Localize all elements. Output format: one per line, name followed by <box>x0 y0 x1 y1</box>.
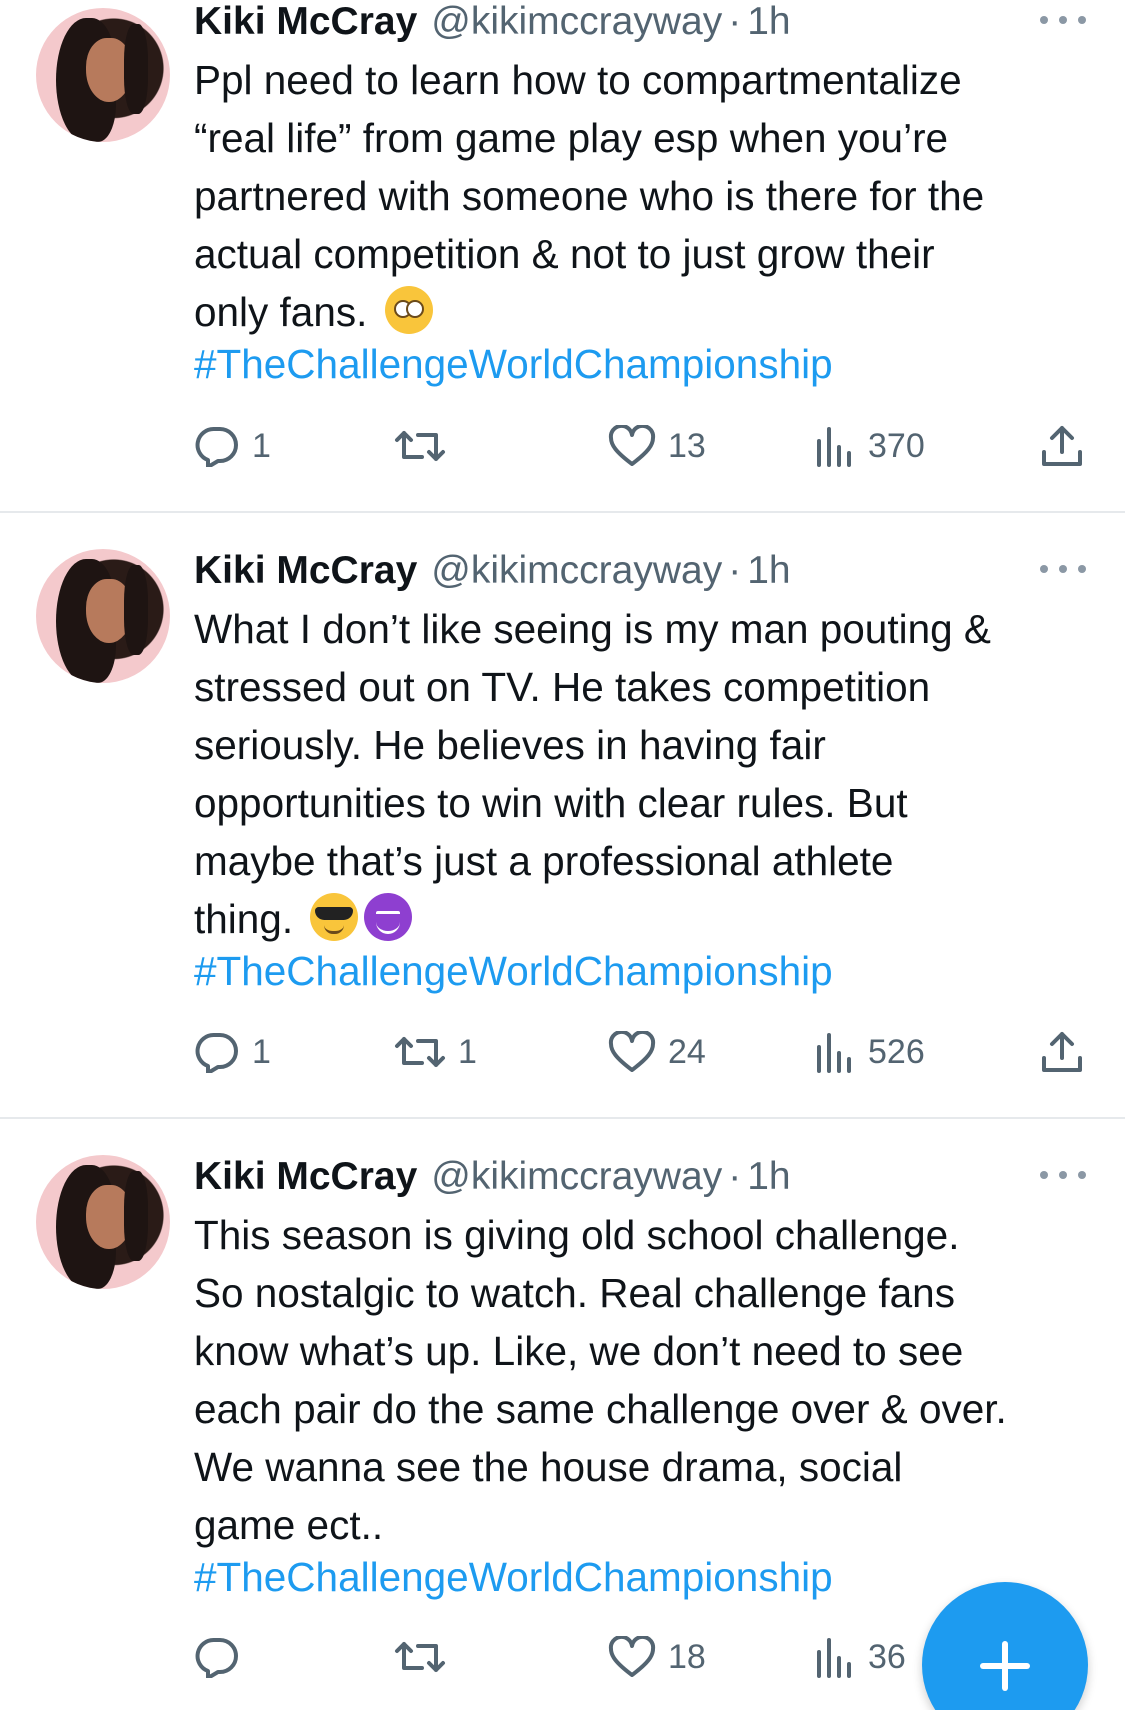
tweet-text-line-last: only fans. <box>194 283 1094 341</box>
tweet-text: What I don’t like seeing is my man pouti… <box>194 600 1094 948</box>
reply-button[interactable] <box>194 1632 252 1682</box>
author-handle[interactable]: @kikimccrayway <box>431 1155 722 1199</box>
reply-button[interactable]: 1 <box>194 1027 271 1077</box>
author-name[interactable]: Kiki McCray <box>194 1155 417 1199</box>
tweet-text-line: stressed out on TV. He takes competition <box>194 664 931 710</box>
tweet-text-line: “real life” from game play esp when you’… <box>194 115 949 161</box>
hashtag-link[interactable]: #TheChallengeWorldChampionship <box>194 1554 833 1601</box>
reply-icon <box>195 1032 238 1073</box>
tweet-text: Ppl need to learn how to compartmentaliz… <box>194 51 1094 341</box>
timestamp[interactable]: 1h <box>747 1155 790 1199</box>
author-handle[interactable]: @kikimccrayway <box>431 549 722 593</box>
tweet-text-line: What I don’t like seeing is my man pouti… <box>194 606 991 652</box>
retweet-count: 1 <box>458 1032 477 1071</box>
views-button[interactable]: 36 <box>814 1632 906 1682</box>
timestamp[interactable]: 1h <box>747 549 790 593</box>
reply-icon <box>195 1637 238 1678</box>
tweet-text-line: Ppl need to learn how to compartmentaliz… <box>194 57 962 103</box>
avatar[interactable] <box>36 549 170 683</box>
tweet-text-line: each pair do the same challenge over & o… <box>194 1386 1007 1432</box>
views-button[interactable]: 370 <box>814 421 925 471</box>
separator: · <box>728 1155 742 1198</box>
retweet-button[interactable]: 1 <box>394 1027 477 1077</box>
tweet-actions: 1 1 24 526 <box>194 1027 1094 1077</box>
reply-icon <box>195 426 238 467</box>
tweet-text-line: maybe that’s just a professional athlete <box>194 838 894 884</box>
retweet-button[interactable] <box>394 421 458 471</box>
tweet-text-line: partnered with someone who is there for … <box>194 173 985 219</box>
like-count: 13 <box>668 426 706 465</box>
tweet-text-fragment: only fans. <box>194 289 368 335</box>
share-button[interactable] <box>1040 421 1084 471</box>
tweet-text-line: actual competition & not to just grow th… <box>194 231 935 277</box>
more-icon[interactable] <box>1040 559 1086 579</box>
timestamp[interactable]: 1h <box>747 0 790 44</box>
views-button[interactable]: 526 <box>814 1027 925 1077</box>
tweet[interactable]: Kiki McCray @kikimccrayway · 1h What I d… <box>0 514 1125 1118</box>
retweet-icon <box>395 1037 445 1067</box>
tweet-text-line: We wanna see the house drama, social <box>194 1444 903 1490</box>
like-button[interactable]: 18 <box>608 1632 706 1682</box>
like-button[interactable]: 13 <box>608 421 706 471</box>
views-icon <box>817 427 851 467</box>
tweet-text: This season is giving old school challen… <box>194 1206 1094 1554</box>
reply-count: 1 <box>252 1032 271 1071</box>
more-icon[interactable] <box>1040 1165 1086 1185</box>
hashtag-link[interactable]: #TheChallengeWorldChampionship <box>194 948 833 995</box>
retweet-button[interactable] <box>394 1632 458 1682</box>
author-name[interactable]: Kiki McCray <box>194 549 417 593</box>
like-count: 24 <box>668 1032 706 1071</box>
reply-count: 1 <box>252 426 271 465</box>
views-count: 526 <box>868 1032 925 1071</box>
reply-button[interactable]: 1 <box>194 421 271 471</box>
tweet-text-line: seriously. He believes in having fair <box>194 722 826 768</box>
tweet-text-line: opportunities to win with clear rules. B… <box>194 780 908 826</box>
avatar[interactable] <box>36 1155 170 1289</box>
more-icon[interactable] <box>1040 10 1086 30</box>
tweet-text-line: This season is giving old school challen… <box>194 1212 960 1258</box>
views-icon <box>817 1638 851 1678</box>
tweet[interactable]: Kiki McCray @kikimccrayway · 1h Ppl need… <box>0 0 1125 512</box>
share-button[interactable] <box>1040 1027 1084 1077</box>
tweet-actions: 1 13 370 <box>194 421 1094 471</box>
tweet-text-line-last: thing. <box>194 890 1094 948</box>
retweet-icon <box>395 1642 445 1672</box>
tweet-header: Kiki McCray @kikimccrayway · 1h <box>194 0 791 44</box>
heart-icon <box>608 1031 656 1072</box>
avatar[interactable] <box>36 8 170 142</box>
divider <box>0 1117 1125 1119</box>
share-icon <box>1042 1032 1082 1072</box>
tweet-text-line: So nostalgic to watch. Real challenge fa… <box>194 1270 955 1316</box>
tweet-text-fragment: thing. <box>194 896 294 942</box>
views-count: 370 <box>868 426 925 465</box>
share-icon <box>1042 426 1082 466</box>
author-handle[interactable]: @kikimccrayway <box>431 0 722 44</box>
tweet-text-line: game ect.. <box>194 1502 384 1548</box>
like-button[interactable]: 24 <box>608 1027 706 1077</box>
author-name[interactable]: Kiki McCray <box>194 0 417 44</box>
like-count: 18 <box>668 1637 706 1676</box>
retweet-icon <box>395 431 445 461</box>
separator: · <box>728 0 742 43</box>
divider <box>0 511 1125 513</box>
devil-emoji <box>364 893 413 941</box>
sunglasses-emoji <box>310 893 359 941</box>
views-icon <box>817 1033 851 1073</box>
rolling-eyes-emoji <box>384 286 433 334</box>
heart-icon <box>608 1636 656 1677</box>
views-count: 36 <box>868 1637 906 1676</box>
tweet-header: Kiki McCray @kikimccrayway · 1h <box>194 1155 791 1199</box>
heart-icon <box>608 425 656 466</box>
tweet-text-line: know what’s up. Like, we don’t need to s… <box>194 1328 964 1374</box>
tweet-header: Kiki McCray @kikimccrayway · 1h <box>194 549 791 593</box>
separator: · <box>728 549 742 592</box>
hashtag-link[interactable]: #TheChallengeWorldChampionship <box>194 341 833 388</box>
